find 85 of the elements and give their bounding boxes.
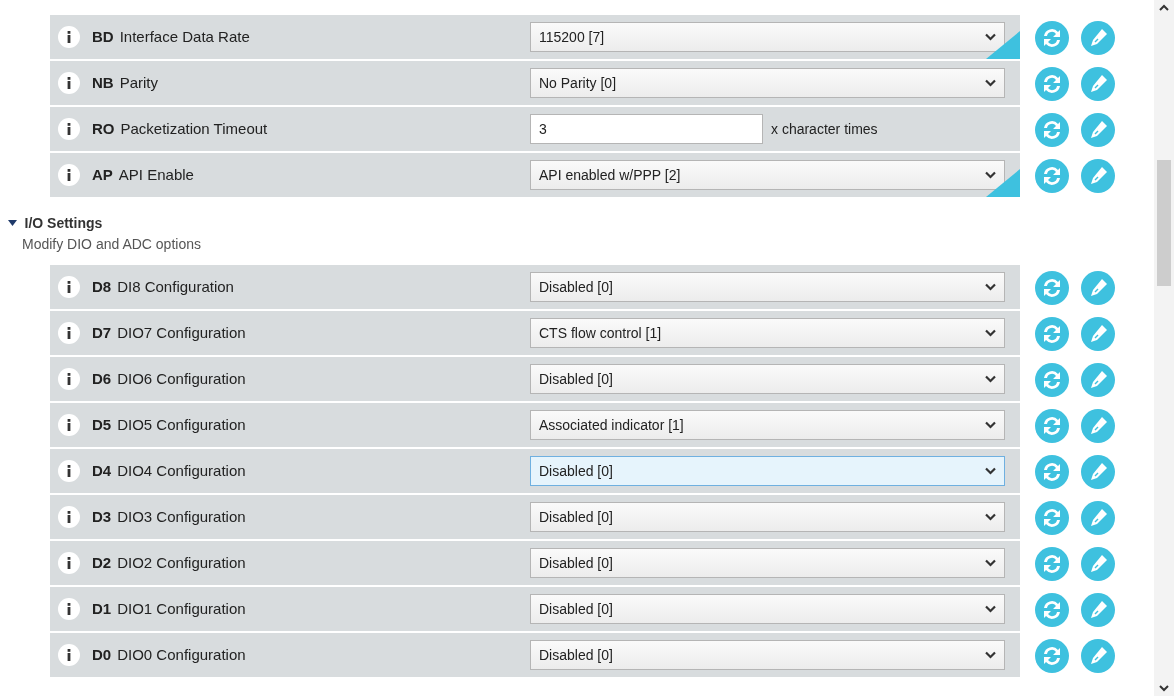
- info-icon[interactable]: [58, 506, 80, 528]
- section-header[interactable]: I/O Settings: [8, 213, 1154, 234]
- dropdown[interactable]: Disabled [0]: [530, 364, 1005, 394]
- chevron-icon: [985, 171, 996, 179]
- refresh-icon[interactable]: [1035, 271, 1069, 305]
- dropdown[interactable]: Disabled [0]: [530, 272, 1005, 302]
- dropdown[interactable]: Associated indicator [1]: [530, 410, 1005, 440]
- info-icon[interactable]: [58, 552, 80, 574]
- dropdown[interactable]: Disabled [0]: [530, 640, 1005, 670]
- setting-label: NB Parity: [92, 72, 159, 93]
- setting-label: D8 DI8 Configuration: [92, 276, 235, 297]
- info-icon[interactable]: [58, 164, 80, 186]
- refresh-icon[interactable]: [1035, 317, 1069, 351]
- chevron-icon: [985, 283, 996, 291]
- dropdown[interactable]: Disabled [0]: [530, 594, 1005, 624]
- refresh-icon[interactable]: [1035, 21, 1069, 55]
- refresh-icon[interactable]: [1035, 409, 1069, 443]
- setting-label: BD Interface Data Rate: [92, 26, 251, 47]
- pencil-icon[interactable]: [1081, 67, 1115, 101]
- chevron-icon: [985, 33, 996, 41]
- setting-label: AP API Enable: [92, 164, 195, 185]
- refresh-icon[interactable]: [1035, 547, 1069, 581]
- info-icon[interactable]: [58, 276, 80, 298]
- caret-icon[interactable]: [8, 219, 17, 228]
- pencil-icon[interactable]: [1081, 159, 1115, 193]
- pencil-icon[interactable]: [1081, 363, 1115, 397]
- chevron-icon: [985, 513, 996, 521]
- setting-label: D4 DIO4 Configuration: [92, 460, 247, 481]
- info-icon[interactable]: [58, 598, 80, 620]
- dropdown[interactable]: Disabled [0]: [530, 548, 1005, 578]
- refresh-icon[interactable]: [1035, 159, 1069, 193]
- info-icon[interactable]: [58, 368, 80, 390]
- pencil-icon[interactable]: [1081, 113, 1115, 147]
- scroll-down-icon[interactable]: [1159, 685, 1169, 692]
- setting-label: D5 DIO5 Configuration: [92, 414, 247, 435]
- refresh-icon[interactable]: [1035, 501, 1069, 535]
- info-icon[interactable]: [58, 72, 80, 94]
- setting-label: D2 DIO2 Configuration: [92, 552, 247, 573]
- setting-label: D0 DIO0 Configuration: [92, 644, 247, 665]
- dropdown[interactable]: API enabled w/PPP [2]: [530, 160, 1005, 190]
- pencil-icon[interactable]: [1081, 639, 1115, 673]
- section-subtitle: Modify DIO and ADC options: [22, 235, 202, 254]
- dropdown[interactable]: CTS flow control [1]: [530, 318, 1005, 348]
- pencil-icon[interactable]: [1081, 409, 1115, 443]
- refresh-icon[interactable]: [1035, 67, 1069, 101]
- chevron-icon: [985, 559, 996, 567]
- refresh-icon[interactable]: [1035, 113, 1069, 147]
- dropdown[interactable]: Disabled [0]: [530, 456, 1005, 486]
- refresh-icon[interactable]: [1035, 639, 1069, 673]
- chevron-icon: [985, 605, 996, 613]
- refresh-icon[interactable]: [1035, 363, 1069, 397]
- chevron-icon: [985, 651, 996, 659]
- chevron-icon: [985, 421, 996, 429]
- pencil-icon[interactable]: [1081, 455, 1115, 489]
- pencil-icon[interactable]: [1081, 501, 1115, 535]
- refresh-icon[interactable]: [1035, 593, 1069, 627]
- setting-label: RO Packetization Timeout: [92, 118, 269, 139]
- info-icon[interactable]: [58, 460, 80, 482]
- section-title: I/O Settings: [24, 214, 103, 233]
- chevron-icon: [985, 79, 996, 87]
- pencil-icon[interactable]: [1081, 271, 1115, 305]
- chevron-icon: [985, 467, 996, 475]
- pencil-icon[interactable]: [1081, 593, 1115, 627]
- setting-label: D3 DIO3 Configuration: [92, 506, 247, 527]
- pencil-icon[interactable]: [1081, 317, 1115, 351]
- dropdown[interactable]: 115200 [7]: [530, 22, 1005, 52]
- info-icon[interactable]: [58, 414, 80, 436]
- unit-label: x character times: [771, 119, 878, 139]
- info-icon[interactable]: [58, 644, 80, 666]
- refresh-icon[interactable]: [1035, 455, 1069, 489]
- dropdown[interactable]: No Parity [0]: [530, 68, 1005, 98]
- setting-label: D7 DIO7 Configuration: [92, 322, 247, 343]
- info-icon[interactable]: [58, 322, 80, 344]
- pencil-icon[interactable]: [1081, 21, 1115, 55]
- chevron-icon: [985, 375, 996, 383]
- setting-label: D1 DIO1 Configuration: [92, 598, 247, 619]
- input-field[interactable]: 3: [530, 114, 763, 144]
- pencil-icon[interactable]: [1081, 547, 1115, 581]
- dropdown[interactable]: Disabled [0]: [530, 502, 1005, 532]
- info-icon[interactable]: [58, 118, 80, 140]
- scroll-up-icon[interactable]: [1159, 4, 1169, 11]
- info-icon[interactable]: [58, 26, 80, 48]
- scrollbar-thumb[interactable]: [1157, 160, 1171, 286]
- setting-label: D6 DIO6 Configuration: [92, 368, 247, 389]
- chevron-icon: [985, 329, 996, 337]
